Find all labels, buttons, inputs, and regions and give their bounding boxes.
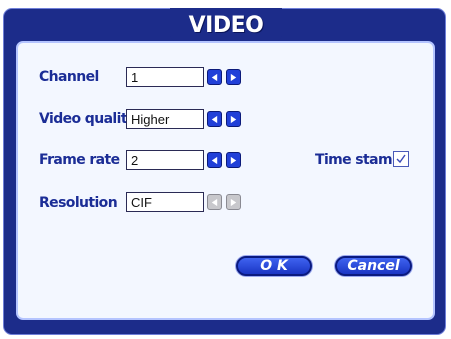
- time-stamp-checkbox[interactable]: [393, 151, 409, 167]
- resolution-label: Resolution: [39, 195, 118, 211]
- arrow-right-icon: [230, 115, 237, 123]
- channel-prev-button[interactable]: [207, 69, 222, 85]
- arrow-left-icon: [211, 156, 218, 164]
- arrow-left-icon: [211, 115, 218, 123]
- cancel-button[interactable]: Cancel: [335, 256, 412, 276]
- checkmark-icon: [396, 154, 406, 164]
- frame-rate-prev-button[interactable]: [207, 152, 222, 168]
- resolution-prev-button[interactable]: [207, 194, 222, 210]
- arrow-right-icon: [230, 156, 237, 164]
- frame-rate-next-button[interactable]: [226, 152, 241, 168]
- arrow-right-icon: [230, 198, 237, 206]
- time-stamp-label: Time stamp: [315, 152, 402, 168]
- dialog-title-tab: VIDEO: [170, 8, 282, 42]
- video-quality-next-button[interactable]: [226, 111, 241, 127]
- frame-rate-label: Frame rate: [39, 152, 120, 168]
- resolution-field[interactable]: CIF: [126, 192, 204, 212]
- channel-label: Channel: [39, 69, 99, 85]
- frame-rate-field[interactable]: 2: [126, 150, 204, 170]
- channel-field[interactable]: 1: [126, 67, 204, 87]
- video-quality-label: Video quality: [39, 111, 136, 127]
- channel-next-button[interactable]: [226, 69, 241, 85]
- dialog-title: VIDEO: [188, 12, 264, 38]
- resolution-next-button[interactable]: [226, 194, 241, 210]
- video-quality-field[interactable]: Higher: [126, 109, 204, 129]
- arrow-left-icon: [211, 73, 218, 81]
- arrow-left-icon: [211, 198, 218, 206]
- video-quality-prev-button[interactable]: [207, 111, 222, 127]
- ok-button[interactable]: O K: [236, 256, 312, 276]
- arrow-right-icon: [230, 73, 237, 81]
